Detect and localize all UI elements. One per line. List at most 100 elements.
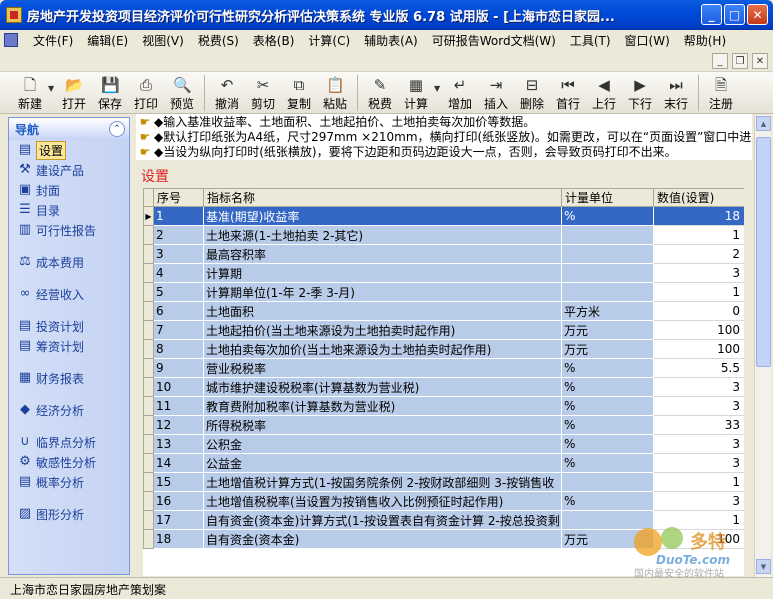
table-row[interactable]: 10 城市维护建设税税率(计算基数为营业税)% 3 <box>143 377 744 397</box>
menu-aux-table[interactable]: 辅助表(A) <box>357 32 425 49</box>
nav-item-contents[interactable]: ☰ 目录 <box>9 200 129 220</box>
table-row[interactable]: 5 计算期单位(1-年 2-季 3-月) 1 <box>143 282 744 302</box>
cell-value[interactable]: 5.5 <box>653 358 744 378</box>
scroll-up-icon[interactable]: ▲ <box>756 116 771 131</box>
paste-button[interactable]: 📋 粘贴 <box>317 72 353 112</box>
table-row[interactable]: 16 土地增值税税率(当设置为按销售收入比例预征时起作用)% 3 <box>143 491 744 511</box>
menu-table[interactable]: 表格(B) <box>246 32 302 49</box>
nav-item-financial-statements[interactable]: ▦ 财务报表 <box>9 368 129 388</box>
cell-value[interactable]: 0 <box>653 301 744 321</box>
table-row[interactable]: 17 自有资金(资本金)计算方式(1-按设置表自有资金计算 2-按总投资剩 1 <box>143 510 744 530</box>
cell-value[interactable]: 100 <box>653 529 744 549</box>
table-row[interactable]: 2 土地来源(1-土地拍卖 2-其它) 1 <box>143 225 744 245</box>
prev-row-button[interactable]: ◀ 上行 <box>586 72 622 112</box>
nav-item-economic-analysis[interactable]: ◆ 经济分析 <box>9 400 129 420</box>
add-row-button[interactable]: ↵ 增加 <box>442 72 478 112</box>
column-header-unit[interactable]: 计量单位 <box>561 188 654 207</box>
nav-item-investment-plan[interactable]: ▤ 投资计划 <box>9 316 129 336</box>
cut-button[interactable]: ✂ 剪切 <box>245 72 281 112</box>
table-row[interactable]: 12 所得税税率% 33 <box>143 415 744 435</box>
menu-tools[interactable]: 工具(T) <box>563 32 618 49</box>
menu-word-report[interactable]: 可研报告Word文档(W) <box>425 32 563 49</box>
cell-value[interactable]: 3 <box>653 453 744 473</box>
nav-item-financing-plan[interactable]: ▤ 筹资计划 <box>9 336 129 356</box>
print-button[interactable]: ⎙ 打印 <box>128 72 164 112</box>
table-row[interactable]: 4 计算期 3 <box>143 263 744 283</box>
table-row[interactable]: 3 最高容积率 2 <box>143 244 744 264</box>
child-minimize-button[interactable]: _ <box>712 53 728 69</box>
nav-item-cover[interactable]: ▣ 封面 <box>9 180 129 200</box>
table-row[interactable]: 13 公积金% 3 <box>143 434 744 454</box>
child-close-button[interactable]: ✕ <box>752 53 768 69</box>
delete-row-button[interactable]: ⊟ 删除 <box>514 72 550 112</box>
menu-tax[interactable]: 税费(S) <box>191 32 246 49</box>
nav-item-feasibility-report[interactable]: ▥ 可行性报告 <box>9 220 129 240</box>
menu-view[interactable]: 视图(V) <box>135 32 191 49</box>
minimize-button[interactable]: _ <box>701 4 722 25</box>
nav-item-revenue[interactable]: ∞ 经营收入 <box>9 284 129 304</box>
cell-value[interactable]: 1 <box>653 282 744 302</box>
register-button[interactable]: 🗎 注册 <box>703 72 739 112</box>
copy-button[interactable]: ⧉ 复制 <box>281 72 317 112</box>
table-row[interactable]: 7 土地起拍价(当土地来源设为土地拍卖时起作用) 万元 100 <box>143 320 744 340</box>
table-row[interactable]: 14 公益金% 3 <box>143 453 744 473</box>
app-icon[interactable] <box>6 7 22 23</box>
first-row-button[interactable]: ⏮ 首行 <box>550 72 586 112</box>
cell-value[interactable]: 33 <box>653 415 744 435</box>
cell-value[interactable]: 100 <box>653 339 744 359</box>
new-dropdown-icon[interactable]: ▼ <box>48 72 56 93</box>
open-button[interactable]: 📂 打开 <box>56 72 92 112</box>
document-icon[interactable] <box>4 33 18 47</box>
cell-value[interactable]: 3 <box>653 263 744 283</box>
table-row[interactable]: ▶ 1 基准(期望)收益率% 18 <box>143 206 744 226</box>
insert-row-button[interactable]: ⇥ 插入 <box>478 72 514 112</box>
last-row-button[interactable]: ⏭ 末行 <box>658 72 694 112</box>
nav-header[interactable]: 导航 ⌃ <box>9 118 129 140</box>
close-button[interactable]: ✕ <box>747 4 768 25</box>
child-restore-button[interactable]: ❐ <box>732 53 748 69</box>
menu-calc[interactable]: 计算(C) <box>301 32 357 49</box>
calc-button[interactable]: ▦ 计算 <box>398 72 434 112</box>
collapse-icon[interactable]: ⌃ <box>109 121 125 137</box>
table-row[interactable]: 11 教育费附加税率(计算基数为营业税)% 3 <box>143 396 744 416</box>
scroll-thumb[interactable] <box>756 137 771 367</box>
table-row[interactable]: 15 土地增值税计算方式(1-按国务院条例 2-按财政部细则 3-按销售收 1 <box>143 472 744 492</box>
preview-button[interactable]: 🔍 预览 <box>164 72 200 112</box>
tax-button[interactable]: ✎ 税费 <box>362 72 398 112</box>
cell-value[interactable]: 3 <box>653 377 744 397</box>
save-button[interactable]: 💾 保存 <box>92 72 128 112</box>
nav-item-sensitivity-analysis[interactable]: ⚙ 敏感性分析 <box>9 452 129 472</box>
nav-item-graph-analysis[interactable]: ▨ 图形分析 <box>9 504 129 524</box>
nav-item-cost[interactable]: ⚖ 成本费用 <box>9 252 129 272</box>
column-header-name[interactable]: 指标名称 <box>203 188 562 207</box>
scroll-down-icon[interactable]: ▼ <box>756 559 771 574</box>
menu-help[interactable]: 帮助(H) <box>677 32 733 49</box>
cell-value[interactable]: 2 <box>653 244 744 264</box>
cell-value[interactable]: 100 <box>653 320 744 340</box>
calc-dropdown-icon[interactable]: ▼ <box>434 72 442 93</box>
menu-edit[interactable]: 编辑(E) <box>80 32 135 49</box>
new-button[interactable]: 🗋 新建 <box>12 72 48 112</box>
cell-value[interactable]: 1 <box>653 510 744 530</box>
table-row[interactable]: 6 土地面积 平方米 0 <box>143 301 744 321</box>
table-row[interactable]: 18 自有资金(资本金) 万元 100 <box>143 529 744 549</box>
nav-item-probability-analysis[interactable]: ▤ 概率分析 <box>9 472 129 492</box>
cell-value[interactable]: 1 <box>653 472 744 492</box>
column-header-no[interactable]: 序号 <box>153 188 204 207</box>
nav-item-construction-products[interactable]: ⚒ 建设产品 <box>9 160 129 180</box>
cell-value[interactable]: 18 <box>653 206 744 226</box>
table-row[interactable]: 9 营业税税率% 5.5 <box>143 358 744 378</box>
cell-value[interactable]: 1 <box>653 225 744 245</box>
cell-value[interactable]: 3 <box>653 396 744 416</box>
menu-window[interactable]: 窗口(W) <box>618 32 677 49</box>
next-row-button[interactable]: ▶ 下行 <box>622 72 658 112</box>
cell-value[interactable]: 3 <box>653 491 744 511</box>
table-row[interactable]: 8 土地拍卖每次加价(当土地来源设为土地拍卖时起作用) 万元 100 <box>143 339 744 359</box>
column-header-value[interactable]: 数值(设置) <box>653 188 744 207</box>
vertical-scrollbar[interactable]: ▲ ▼ <box>754 115 771 577</box>
menu-file[interactable]: 文件(F) <box>26 32 80 49</box>
settings-grid[interactable]: 序号 指标名称 计量单位 数值(设置) ▶ 1 基准(期望)收益率% 18 2 土地来源(… <box>143 188 744 576</box>
maximize-button[interactable]: □ <box>724 4 745 25</box>
cell-value[interactable]: 3 <box>653 434 744 454</box>
nav-item-settings[interactable]: ▤ 设置 <box>9 140 129 160</box>
